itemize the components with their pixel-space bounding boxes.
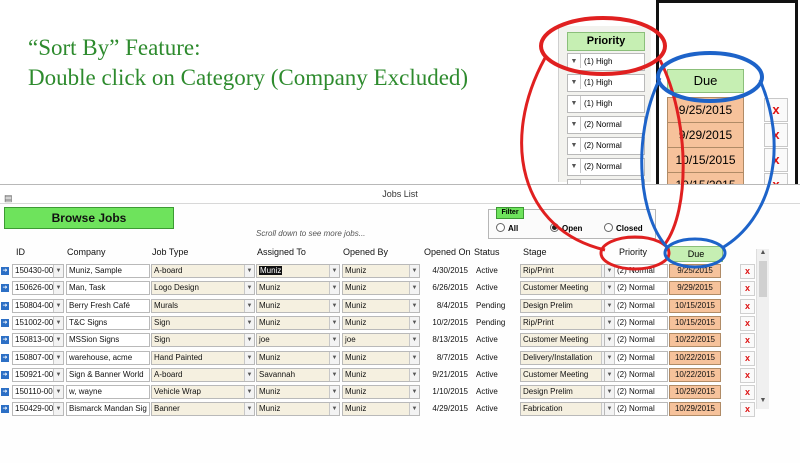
annotation-overlay	[520, 16, 776, 271]
red-circle-zoom	[539, 16, 667, 76]
blue-connector	[640, 77, 670, 250]
red-connector	[520, 57, 606, 252]
red-circle-table	[599, 235, 671, 271]
blue-circle-zoom	[656, 51, 764, 103]
blue-circle-table	[663, 237, 727, 269]
blue-connector-2	[721, 79, 776, 250]
